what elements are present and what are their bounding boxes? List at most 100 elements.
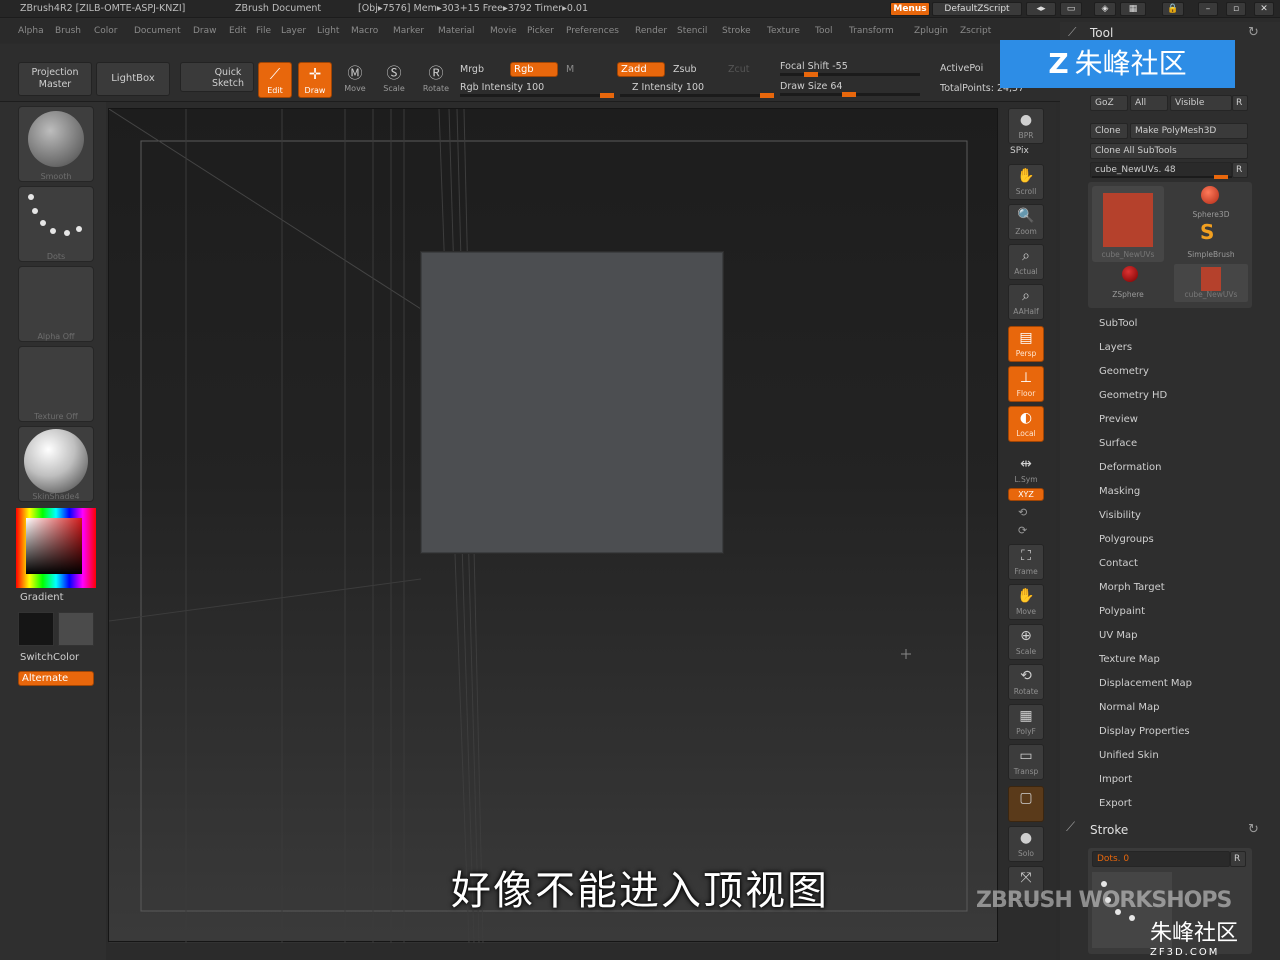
visibility-section[interactable]: Visibility [1099, 510, 1141, 521]
secondary-color-swatch[interactable] [58, 612, 94, 646]
aahalf-button[interactable]: ⌕ AAHalf [1008, 284, 1044, 320]
display-properties-section[interactable]: Display Properties [1099, 726, 1190, 737]
menu-edit[interactable]: Edit [229, 26, 246, 36]
quick-sketch-button[interactable]: Quick Sketch [180, 62, 254, 92]
focal-shift-slider[interactable] [780, 72, 920, 77]
tool-palette-title[interactable]: Tool [1090, 26, 1113, 40]
goz-r-button[interactable]: R [1232, 95, 1248, 111]
current-tool-track[interactable] [1092, 175, 1232, 179]
tool-palette-reset-icon[interactable]: ↻ [1248, 25, 1259, 40]
menu-texture[interactable]: Texture [767, 26, 800, 36]
current-material-thumbnail[interactable] [18, 426, 94, 502]
rotate-y-icon[interactable]: ⟲ [1018, 506, 1027, 519]
clone-button[interactable]: Clone [1090, 123, 1128, 139]
scroll-icon[interactable]: ▭ [1060, 2, 1082, 16]
stroke-palette-reset-icon[interactable]: ↻ [1248, 822, 1259, 837]
rotate-z-icon[interactable]: ⟳ [1018, 524, 1027, 537]
local-button[interactable]: ◐ Local [1008, 406, 1044, 442]
color-picker[interactable] [16, 508, 96, 588]
z-intensity-knob[interactable] [760, 93, 774, 98]
displacement-map-section[interactable]: Displacement Map [1099, 678, 1192, 689]
texture-map-section[interactable]: Texture Map [1099, 654, 1160, 665]
move-view-button[interactable]: ✋ Move [1008, 584, 1044, 620]
draw-size-knob[interactable] [842, 92, 856, 97]
menu-document[interactable]: Document [134, 26, 181, 36]
menu-render[interactable]: Render [635, 26, 667, 36]
current-stroke-thumbnail[interactable] [18, 186, 94, 262]
m-button[interactable]: M [566, 64, 574, 75]
menu-brush[interactable]: Brush [55, 26, 81, 36]
minimize-icon[interactable]: – [1198, 2, 1218, 16]
edit-mode-button[interactable]: ⟋ Edit [258, 62, 292, 98]
current-texture-thumbnail[interactable] [18, 346, 94, 422]
focal-shift-knob[interactable] [804, 72, 818, 77]
morph-target-section[interactable]: Morph Target [1099, 582, 1165, 593]
subtool-section[interactable]: SubTool [1099, 318, 1137, 329]
rgb-button[interactable]: Rgb [510, 62, 558, 77]
frame-button[interactable]: ⛶ Frame [1008, 544, 1044, 580]
unified-skin-section[interactable]: Unified Skin [1099, 750, 1159, 761]
current-alpha-thumbnail[interactable] [18, 266, 94, 342]
goz-button[interactable]: GoZ [1090, 95, 1128, 111]
floor-button[interactable]: ⊥ Floor [1008, 366, 1044, 402]
move-mode-button[interactable]: Ⓜ Move [337, 62, 373, 100]
scroll-button[interactable]: ✋ Scroll [1008, 164, 1044, 200]
menu-macro[interactable]: Macro [351, 26, 378, 36]
close-icon[interactable]: ✕ [1254, 2, 1274, 16]
sphere3d-icon[interactable] [1201, 186, 1219, 204]
zsub-button[interactable]: Zsub [673, 64, 697, 75]
polypaint-section[interactable]: Polypaint [1099, 606, 1145, 617]
masking-section[interactable]: Masking [1099, 486, 1140, 497]
rgb-intensity-knob[interactable] [600, 93, 614, 98]
lock-icon[interactable]: 🔒 [1162, 2, 1184, 16]
import-section[interactable]: Import [1099, 774, 1132, 785]
main-color-swatch[interactable] [18, 612, 54, 646]
rotate-mode-button[interactable]: Ⓡ Rotate [418, 62, 454, 100]
zoom-button[interactable]: 🔍 Zoom [1008, 204, 1044, 240]
menu-marker[interactable]: Marker [393, 26, 424, 36]
stroke-palette-title[interactable]: Stroke [1090, 823, 1128, 837]
switchcolor-button[interactable]: SwitchColor [20, 652, 79, 663]
menu-picker[interactable]: Picker [527, 26, 554, 36]
cube-mesh[interactable] [421, 252, 723, 553]
xyz-button[interactable]: XYZ [1008, 488, 1044, 501]
default-zscript-button[interactable]: DefaultZScript [932, 2, 1022, 16]
zoom-arrows-icon[interactable]: ◂▸ [1026, 2, 1056, 16]
rotate-view-button[interactable]: ⟲ Rotate [1008, 664, 1044, 700]
menu-stencil[interactable]: Stencil [677, 26, 707, 36]
menu-file[interactable]: File [256, 26, 271, 36]
goz-all-button[interactable]: All [1130, 95, 1168, 111]
current-brush-thumbnail[interactable] [18, 106, 94, 182]
maximize-icon[interactable]: ▫ [1226, 2, 1246, 16]
color-saturation-square[interactable] [26, 518, 82, 574]
normal-map-section[interactable]: Normal Map [1099, 702, 1159, 713]
mrgb-button[interactable]: Mrgb [460, 64, 484, 75]
zadd-button[interactable]: Zadd [617, 62, 665, 77]
rgb-intensity-slider[interactable] [460, 93, 614, 98]
zcut-button[interactable]: Zcut [728, 64, 749, 75]
projection-master-button[interactable]: Projection Master [18, 62, 92, 96]
make-polymesh3d-button[interactable]: Make PolyMesh3D [1130, 123, 1248, 139]
layers-section[interactable]: Layers [1099, 342, 1132, 353]
geometry-hd-section[interactable]: Geometry HD [1099, 390, 1167, 401]
zsphere-icon[interactable] [1122, 266, 1138, 282]
contact-section[interactable]: Contact [1099, 558, 1138, 569]
polygroups-section[interactable]: Polygroups [1099, 534, 1154, 545]
solo-button[interactable]: ● Solo [1008, 826, 1044, 862]
persp-button[interactable]: ▤ Persp [1008, 326, 1044, 362]
document-canvas[interactable] [108, 108, 999, 943]
current-tool-r-button[interactable]: R [1232, 162, 1248, 178]
menu-layer[interactable]: Layer [281, 26, 306, 36]
menu-alpha[interactable]: Alpha [18, 26, 44, 36]
simplebrush-icon[interactable]: S [1200, 220, 1214, 244]
menu-material[interactable]: Material [438, 26, 475, 36]
geometry-section[interactable]: Geometry [1099, 366, 1149, 377]
menu-color[interactable]: Color [94, 26, 118, 36]
surface-section[interactable]: Surface [1099, 438, 1137, 449]
alternate-button[interactable]: Alternate [18, 671, 94, 686]
current-tool-knob[interactable] [1214, 175, 1228, 179]
menu-preferences[interactable]: Preferences [566, 26, 619, 36]
bpr-button[interactable]: ● BPR [1008, 108, 1044, 144]
uv-map-section[interactable]: UV Map [1099, 630, 1137, 641]
lsym-button[interactable]: ⇹ L.Sym [1008, 452, 1044, 488]
